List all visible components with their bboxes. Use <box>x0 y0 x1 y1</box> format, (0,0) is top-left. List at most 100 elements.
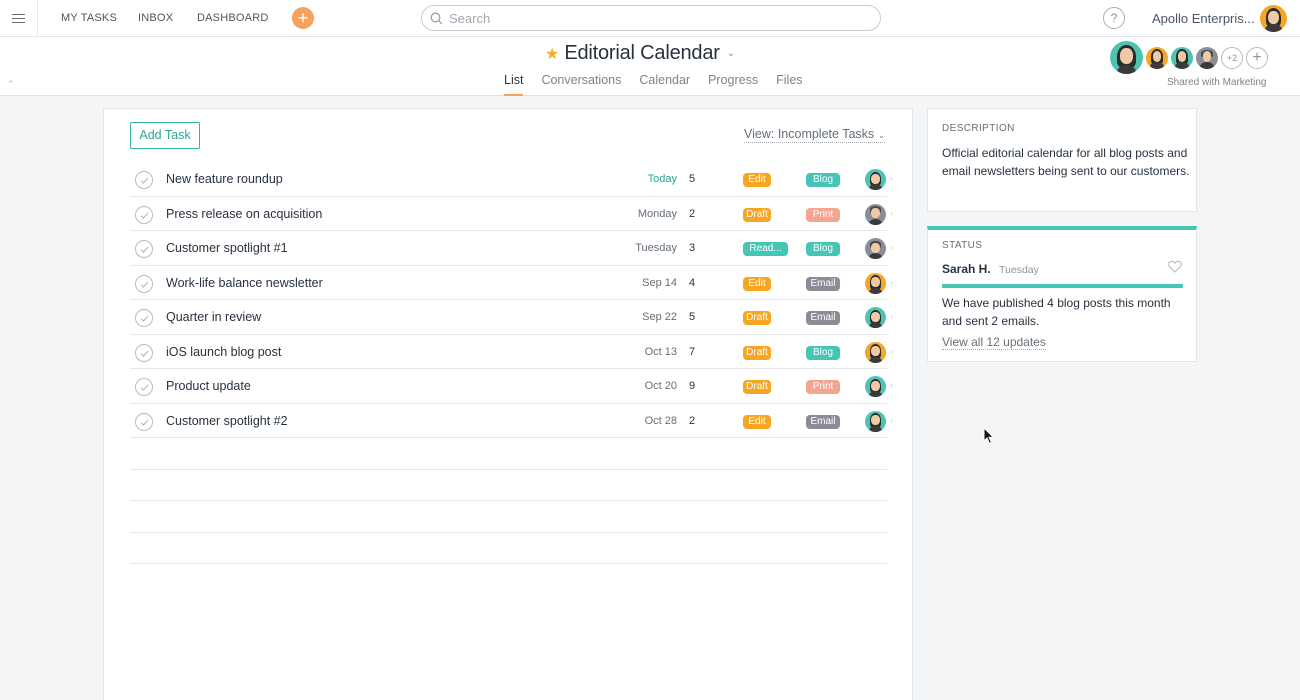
task-tag[interactable]: Email <box>806 276 840 291</box>
task-row[interactable]: iOS launch blog post Oct 13 7 Draft Blog… <box>130 335 893 369</box>
task-name[interactable]: Customer spotlight #2 <box>166 414 288 428</box>
tab-files[interactable]: Files <box>776 73 802 96</box>
empty-task-row[interactable] <box>130 501 887 533</box>
empty-task-row[interactable] <box>130 470 887 501</box>
menu-icon[interactable] <box>0 0 38 37</box>
nav-inbox[interactable]: INBOX <box>138 12 173 24</box>
task-tag[interactable]: Draft <box>743 207 771 222</box>
task-tag[interactable]: Read... <box>743 242 788 256</box>
view-filter-dropdown[interactable]: View: Incomplete Tasks ⌄ <box>744 127 885 143</box>
task-row[interactable]: Work-life balance newsletter Sep 14 4 Ed… <box>130 266 893 300</box>
task-tag[interactable]: Blog <box>806 173 840 187</box>
search-bar[interactable] <box>421 5 881 31</box>
help-icon[interactable]: ? <box>1103 7 1125 29</box>
view-all-updates-link[interactable]: View all 12 updates <box>942 335 1046 350</box>
tab-list[interactable]: List <box>504 73 524 96</box>
task-count: 2 <box>689 414 696 427</box>
empty-task-row[interactable] <box>130 438 887 470</box>
assignee-avatar[interactable] <box>865 376 886 397</box>
tab-conversations[interactable]: Conversations <box>541 73 621 96</box>
task-tag[interactable]: Blog <box>806 345 840 360</box>
assignee-avatar[interactable] <box>865 238 886 259</box>
task-name[interactable]: Quarter in review <box>166 310 261 324</box>
status-color-bar <box>942 284 1183 288</box>
chevron-right-icon[interactable]: › <box>890 242 893 252</box>
complete-task-checkbox[interactable] <box>135 171 153 189</box>
complete-task-checkbox[interactable] <box>135 205 153 224</box>
task-name[interactable]: Product update <box>166 379 251 393</box>
chevron-right-icon[interactable]: › <box>890 173 893 183</box>
task-tag[interactable]: Edit <box>743 276 771 291</box>
assignee-avatar[interactable] <box>865 341 886 363</box>
empty-task-row[interactable] <box>130 533 887 564</box>
task-due-date: Tuesday <box>635 242 677 254</box>
chevron-right-icon[interactable]: › <box>890 311 893 321</box>
organization-name[interactable]: Apollo Enterpris... <box>1152 11 1255 26</box>
task-row[interactable]: Customer spotlight #1 Tuesday 3 Read... … <box>130 231 893 266</box>
task-name[interactable]: iOS launch blog post <box>166 345 281 359</box>
description-text[interactable]: Official editorial calendar for all blog… <box>942 144 1192 180</box>
task-count: 7 <box>689 345 696 358</box>
star-icon[interactable]: ★ <box>545 44 559 64</box>
assignee-avatar[interactable] <box>865 410 886 432</box>
heart-icon[interactable] <box>1168 260 1182 273</box>
chevron-right-icon[interactable]: › <box>890 380 893 390</box>
task-tag[interactable]: Print <box>806 207 840 222</box>
task-row[interactable]: New feature roundup Today 5 Edit Blog › <box>130 162 893 197</box>
complete-task-checkbox[interactable] <box>135 240 153 258</box>
tab-calendar[interactable]: Calendar <box>639 73 690 96</box>
task-tag[interactable]: Draft <box>743 311 771 325</box>
shared-with-label: Shared with Marketing <box>1167 77 1267 88</box>
task-tag[interactable]: Blog <box>806 242 840 256</box>
search-input[interactable] <box>449 10 869 27</box>
chevron-right-icon[interactable]: › <box>890 346 893 356</box>
user-avatar[interactable] <box>1260 5 1287 32</box>
task-name[interactable]: New feature roundup <box>166 172 283 186</box>
task-row[interactable]: Quarter in review Sep 22 5 Draft Email › <box>130 300 893 335</box>
nav-my-tasks[interactable]: MY TASKS <box>61 12 117 24</box>
status-author[interactable]: Sarah H. <box>942 262 991 276</box>
collapse-icon[interactable]: ⌃ <box>7 79 15 90</box>
task-tag[interactable]: Draft <box>743 345 771 360</box>
add-member-button[interactable]: + <box>1246 46 1268 69</box>
task-tag[interactable]: Edit <box>743 414 771 429</box>
task-tag[interactable]: Email <box>806 414 840 429</box>
task-tag[interactable]: Print <box>806 380 840 394</box>
chevron-right-icon[interactable]: › <box>890 415 893 425</box>
member-avatar[interactable] <box>1196 46 1218 69</box>
task-name[interactable]: Work-life balance newsletter <box>166 276 323 290</box>
complete-task-checkbox[interactable] <box>135 412 153 431</box>
complete-task-checkbox[interactable] <box>135 309 153 327</box>
complete-task-checkbox[interactable] <box>135 274 153 293</box>
member-avatar[interactable] <box>1110 41 1143 74</box>
assignee-avatar[interactable] <box>865 169 886 190</box>
task-row[interactable]: Product update Oct 20 9 Draft Print › <box>130 369 893 404</box>
complete-task-checkbox[interactable] <box>135 343 153 362</box>
project-tabs: List Conversations Calendar Progress Fil… <box>504 73 821 96</box>
assignee-avatar[interactable] <box>865 203 886 225</box>
quick-add-button[interactable]: + <box>292 7 314 29</box>
assignee-avatar[interactable] <box>865 272 886 294</box>
chevron-right-icon[interactable]: › <box>890 277 893 287</box>
assignee-avatar[interactable] <box>865 307 886 328</box>
add-task-button[interactable]: Add Task <box>130 122 200 149</box>
complete-task-checkbox[interactable] <box>135 378 153 396</box>
checkmark-icon <box>140 246 149 253</box>
tab-progress[interactable]: Progress <box>708 73 758 96</box>
chevron-right-icon[interactable]: › <box>890 208 893 218</box>
chevron-down-icon[interactable]: ⌄ <box>727 48 735 59</box>
task-due-date: Monday <box>637 207 677 220</box>
task-tag[interactable]: Draft <box>743 380 771 394</box>
task-tag[interactable]: Edit <box>743 173 771 187</box>
task-tag[interactable]: Email <box>806 311 840 325</box>
task-name[interactable]: Press release on acquisition <box>166 207 322 221</box>
project-header: ⌃ ★ Editorial Calendar ⌄ List Conversati… <box>0 37 1300 96</box>
member-avatar[interactable] <box>1146 46 1168 69</box>
project-title[interactable]: Editorial Calendar <box>564 42 720 65</box>
nav-dashboard[interactable]: DASHBOARD <box>197 12 268 24</box>
task-row[interactable]: Customer spotlight #2 Oct 28 2 Edit Emai… <box>130 404 893 438</box>
task-name[interactable]: Customer spotlight #1 <box>166 241 288 255</box>
task-row[interactable]: Press release on acquisition Monday 2 Dr… <box>130 197 893 231</box>
extra-members-count[interactable]: +2 <box>1221 46 1243 69</box>
member-avatar[interactable] <box>1171 46 1193 69</box>
